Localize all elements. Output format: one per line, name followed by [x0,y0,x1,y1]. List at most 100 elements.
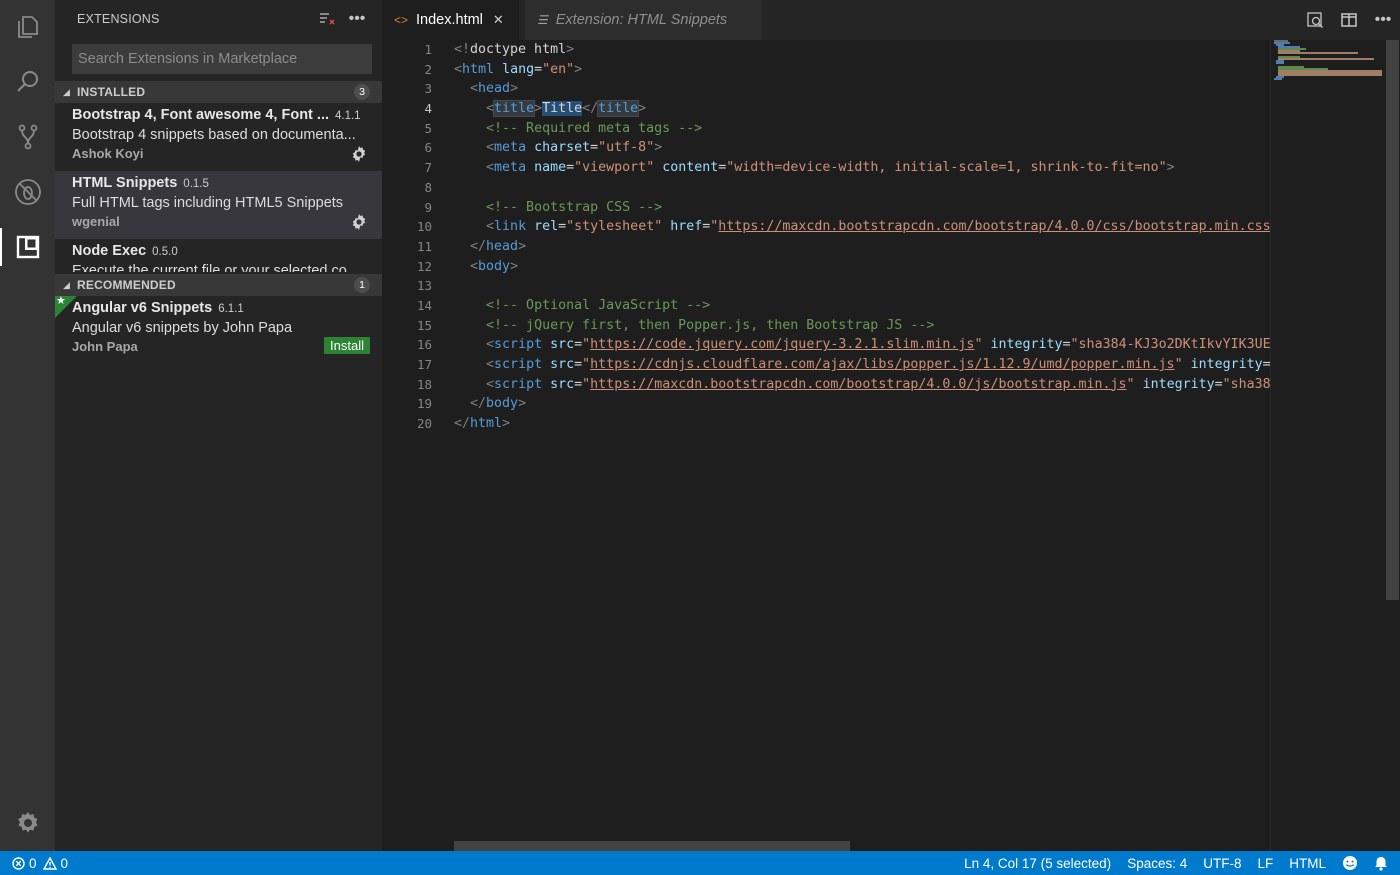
tab-label: Index.html [416,12,483,28]
collapse-triangle-icon: ◢ [63,280,77,291]
settings-gear-icon[interactable] [0,798,55,848]
line-number: 13 [382,276,432,296]
more-actions-icon[interactable]: ••• [1366,0,1400,40]
extension-name: Angular v6 Snippets [72,300,212,316]
install-button[interactable]: Install [324,337,370,354]
line-number: 19 [382,394,432,414]
code-line: </body> [454,394,1270,414]
line-number: 15 [382,316,432,336]
open-preview-icon[interactable] [1298,0,1332,40]
code-lines[interactable]: <!doctype html> <html lang="en"> <head> … [454,40,1270,434]
section-recommended[interactable]: ◢ RECOMMENDED 1 [55,274,382,296]
recommended-count-badge: 1 [354,277,370,293]
manage-gear-icon[interactable] [350,213,368,231]
extension-description: Angular v6 snippets by John Papa [72,320,370,336]
html-file-icon: <> [394,13,408,27]
notifications-bell-icon[interactable] [1366,851,1400,875]
indentation[interactable]: Spaces: 4 [1119,851,1195,875]
code-line: <html lang="en"> [454,60,1270,80]
extension-version: 0.5.0 [152,246,178,258]
explorer-icon[interactable] [0,2,55,52]
code-line: </html> [454,414,1270,434]
encoding[interactable]: UTF-8 [1195,851,1249,875]
extension-item-bootstrap[interactable]: Bootstrap 4, Font awesome 4, Font ... 4.… [55,103,382,171]
code-line: <script src="https://maxcdn.bootstrapcdn… [454,375,1270,395]
line-number: 2 [382,60,432,80]
line-number: 9 [382,198,432,218]
code-line: <!-- jQuery first, then Popper.js, then … [454,316,1270,336]
extension-name: Node Exec [72,243,146,259]
code-editor[interactable]: 1 2 3 4 5 6 7 8 9 10 11 12 13 14 15 16 1… [382,40,1400,851]
preview-icon: ☰ [537,13,548,27]
editor-tabs: <> Index.html ✕ ☰ Extension: HTML Snippe… [382,0,1400,40]
close-icon[interactable]: ✕ [493,12,504,28]
code-line: <!-- Optional JavaScript --> [454,296,1270,316]
cursor-position[interactable]: Ln 4, Col 17 (5 selected) [956,851,1119,875]
section-recommended-label: RECOMMENDED [77,278,354,292]
line-number: 6 [382,138,432,158]
code-line: <script src="https://cdnjs.cloudflare.co… [454,355,1270,375]
manage-gear-icon[interactable] [350,145,368,163]
line-number: 1 [382,40,432,60]
extension-description: Full HTML tags including HTML5 Snippets [72,195,370,211]
code-line: <meta name="viewport" content="width=dev… [454,158,1270,178]
line-number: 10 [382,217,432,237]
extension-version: 4.1.1 [335,110,361,122]
line-number: 11 [382,237,432,257]
line-number: 4 [382,99,432,119]
line-number: 18 [382,375,432,395]
line-number: 14 [382,296,432,316]
extension-version: 6.1.1 [218,303,244,315]
tab-index-html[interactable]: <> Index.html ✕ [382,0,519,40]
extension-author: wgenial [72,214,370,229]
vertical-scrollbar[interactable] [1385,40,1400,851]
split-editor-icon[interactable] [1332,0,1366,40]
source-control-icon[interactable] [0,112,55,162]
error-icon [12,857,25,870]
horizontal-scrollbar[interactable] [454,841,850,851]
tab-label: Extension: HTML Snippets [556,12,727,28]
code-line: <body> [454,257,1270,277]
more-actions-icon[interactable]: ••• [342,6,372,32]
extensions-icon[interactable] [0,222,55,272]
line-number: 16 [382,335,432,355]
sidebar-title: EXTENSIONS [77,12,312,26]
line-number: 8 [382,178,432,198]
code-line: <link rel="stylesheet" href="https://max… [454,217,1270,237]
tab-extension-html-snippets[interactable]: ☰ Extension: HTML Snippets [525,0,762,40]
extensions-sidebar: EXTENSIONS ••• ◢ INSTALLED 3 Bootstrap 4… [55,0,382,851]
feedback-smiley-icon[interactable] [1334,851,1366,875]
line-number: 12 [382,257,432,277]
warning-count: 0 [61,856,69,871]
clear-extensions-icon[interactable] [312,6,342,32]
code-line: <meta charset="utf-8"> [454,138,1270,158]
line-number: 5 [382,119,432,139]
section-installed[interactable]: ◢ INSTALLED 3 [55,81,382,103]
extension-item-node-exec[interactable]: Node Exec 0.5.0 Execute the current file… [55,239,382,272]
search-box[interactable] [72,44,372,74]
code-line [454,276,1270,296]
code-line [454,178,1270,198]
end-of-line[interactable]: LF [1249,851,1281,875]
extension-item-angular[interactable]: ★ Angular v6 Snippets 6.1.1 Angular v6 s… [55,296,382,364]
language-mode[interactable]: HTML [1281,851,1334,875]
debug-icon[interactable] [0,167,55,217]
extension-item-html-snippets[interactable]: HTML Snippets 0.1.5 Full HTML tags inclu… [55,171,382,239]
line-number: 3 [382,79,432,99]
code-line: <!-- Bootstrap CSS --> [454,198,1270,218]
installed-count-badge: 3 [354,84,370,100]
scrollbar-thumb[interactable] [1386,40,1399,600]
problems-indicator[interactable]: 0 0 [0,851,76,875]
extension-name: HTML Snippets [72,175,177,191]
code-line: <!-- Required meta tags --> [454,119,1270,139]
code-line: </head> [454,237,1270,257]
search-extensions-input[interactable] [78,51,366,67]
activity-bar [0,0,55,851]
search-icon[interactable] [0,57,55,107]
extension-version: 0.1.5 [183,178,209,190]
sidebar-header: EXTENSIONS ••• [55,0,382,38]
minimap[interactable] [1270,40,1385,851]
code-line: <title>Title</title> [454,99,1270,119]
code-line: <head> [454,79,1270,99]
extension-description: Bootstrap 4 snippets based on documenta.… [72,127,370,143]
